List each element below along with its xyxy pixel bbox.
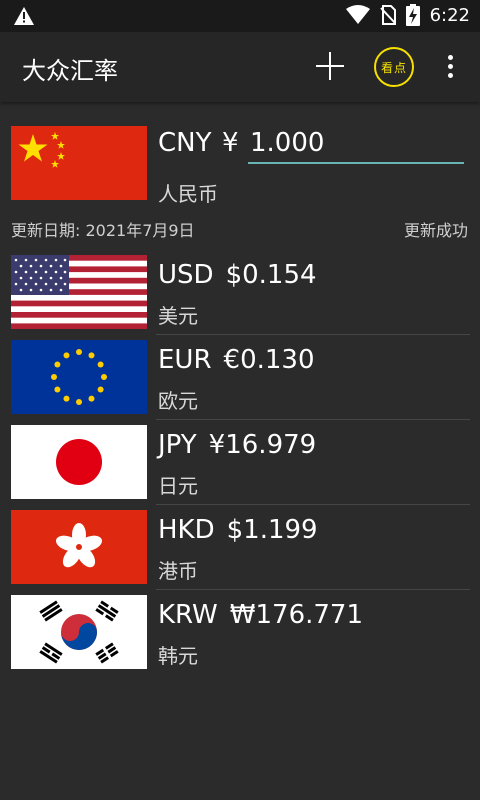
usa-flag-icon	[11, 255, 147, 329]
south-korea-flag-icon	[11, 595, 147, 669]
add-currency-button[interactable]	[312, 48, 348, 84]
update-date: 更新日期: 2021年7月9日	[11, 221, 195, 240]
more-vert-icon-dot	[447, 64, 453, 69]
eu-flag-icon	[11, 340, 147, 414]
currency-row-krw[interactable]: KRW ₩176.771 韩元	[0, 590, 480, 675]
currency-code: KRW	[158, 600, 218, 630]
app-bar: 大众汇率 看点	[0, 32, 480, 102]
base-currency-name: 人民币	[158, 182, 218, 206]
currency-code: USD	[158, 260, 214, 290]
currency-value: ₩176.771	[229, 600, 364, 630]
currency-code: EUR	[158, 345, 212, 375]
update-status: 更新成功	[403, 221, 468, 240]
app-title: 大众汇率	[22, 57, 118, 85]
no-sim-icon	[379, 5, 396, 25]
china-flag-icon	[11, 126, 147, 200]
more-vert-icon-dot	[447, 55, 453, 60]
battery-charging-icon	[405, 4, 420, 26]
currency-row-usd[interactable]: USD $0.154 美元	[0, 250, 480, 335]
currency-name: 韩元	[158, 644, 198, 668]
kandian-button[interactable]: 看点	[374, 47, 414, 87]
currency-value: ¥16.979	[208, 430, 317, 460]
base-currency-card: CNY ¥ 人民币 更新日期: 2021年7月9日 更新成功	[0, 112, 480, 240]
wifi-icon	[345, 5, 370, 24]
base-currency-symbol: ¥	[222, 128, 239, 158]
base-currency-code: CNY	[158, 128, 212, 158]
hong-kong-flag-icon	[11, 510, 147, 584]
currency-code: JPY	[158, 430, 197, 460]
currency-value: $1.199	[226, 515, 318, 545]
more-options-button[interactable]	[442, 52, 458, 82]
warning-icon	[14, 7, 34, 25]
currency-name: 日元	[158, 474, 198, 498]
currency-row-eur[interactable]: EUR €0.130 欧元	[0, 335, 480, 420]
currency-row-jpy[interactable]: JPY ¥16.979 日元	[0, 420, 480, 505]
status-time: 6:22	[429, 4, 470, 26]
base-amount-input[interactable]	[248, 124, 464, 164]
currency-row-hkd[interactable]: HKD $1.199 港币	[0, 505, 480, 590]
currency-name: 欧元	[158, 389, 198, 413]
japan-flag-icon	[11, 425, 147, 499]
status-bar: 6:22	[0, 0, 480, 32]
more-vert-icon-dot	[447, 73, 453, 78]
currency-name: 美元	[158, 304, 198, 328]
currency-value: €0.130	[223, 345, 315, 375]
currency-value: $0.154	[225, 260, 317, 290]
currency-code: HKD	[158, 515, 215, 545]
currency-name: 港币	[158, 559, 198, 583]
